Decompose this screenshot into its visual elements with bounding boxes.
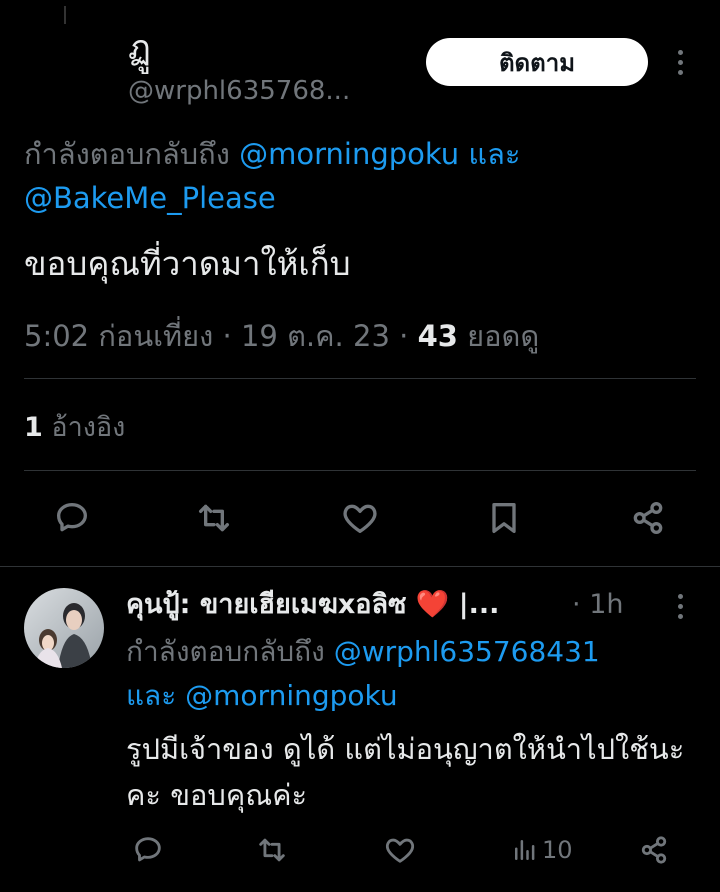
- author-handle[interactable]: @wrphl635768...: [128, 74, 350, 108]
- mention-conjunction: และ: [126, 679, 177, 712]
- like-icon[interactable]: [336, 494, 384, 542]
- quotes-label: อ้างอิง: [51, 412, 126, 443]
- tweet-text: ขอบคุณที่วาดมาให้เก็บ: [24, 244, 351, 283]
- views-label: ยอดดู: [467, 319, 540, 353]
- retweet-icon[interactable]: [190, 494, 238, 542]
- author-display-name[interactable]: ฏู: [128, 28, 151, 68]
- replying-to: กำลังตอบกลับถึง @morningpoku และ @BakeMe…: [24, 132, 704, 220]
- share-icon[interactable]: [630, 826, 678, 874]
- mention-link[interactable]: @BakeMe_Please: [24, 181, 276, 215]
- views-icon: [510, 835, 540, 865]
- reply-text: รูปมีเจ้าของ ดูได้ แต่ไม่อนุญาตให้นำไปใช…: [126, 732, 685, 812]
- reply-timestamp[interactable]: · 1h: [572, 586, 623, 624]
- reply-icon[interactable]: [48, 494, 96, 542]
- meta-separator: ·: [222, 319, 232, 353]
- tweet-date[interactable]: 19 ต.ค. 23: [241, 319, 390, 353]
- replying-to: กำลังตอบกลับถึง @wrphl635768431 และ @mor…: [126, 630, 696, 718]
- mention-link[interactable]: @morningpoku: [239, 137, 459, 171]
- replying-to-label: กำลังตอบกลับถึง: [24, 137, 230, 171]
- reply-avatar[interactable]: [24, 588, 104, 668]
- follow-button[interactable]: ติดตาม: [426, 38, 648, 86]
- mention-link[interactable]: @wrphl635768431: [334, 635, 600, 668]
- time-separator: ·: [572, 589, 581, 620]
- mention-conjunction: และ: [468, 137, 521, 171]
- mention-link[interactable]: @morningpoku: [185, 679, 397, 712]
- views-button[interactable]: 10: [510, 828, 573, 872]
- reply-icon[interactable]: [124, 826, 172, 874]
- views-count: 43: [417, 319, 458, 353]
- more-options-icon[interactable]: [674, 42, 686, 82]
- tweet-meta: 5:02 ก่อนเที่ยง · 19 ต.ค. 23 · 43 ยอดดู: [24, 316, 539, 356]
- tweet-time[interactable]: 5:02 ก่อนเที่ยง: [24, 319, 213, 353]
- like-icon[interactable]: [376, 826, 424, 874]
- meta-separator: ·: [399, 319, 409, 353]
- more-options-icon[interactable]: [674, 586, 686, 626]
- quotes-link[interactable]: 1 อ้างอิง: [24, 410, 125, 446]
- reply-display-name[interactable]: คุนปู้: ขายเฮียเมฆxอลิซ ❤️ |...: [126, 586, 499, 624]
- reply-time: 1h: [589, 589, 624, 620]
- divider: [24, 378, 696, 379]
- views-count: 10: [542, 836, 573, 864]
- divider: [24, 470, 696, 471]
- thread-line: [64, 6, 66, 24]
- replying-to-label: กำลังตอบกลับถึง: [126, 635, 325, 668]
- quotes-count: 1: [24, 412, 43, 443]
- bookmark-icon[interactable]: [480, 494, 528, 542]
- divider: [0, 566, 720, 567]
- retweet-icon[interactable]: [248, 826, 296, 874]
- share-icon[interactable]: [624, 494, 672, 542]
